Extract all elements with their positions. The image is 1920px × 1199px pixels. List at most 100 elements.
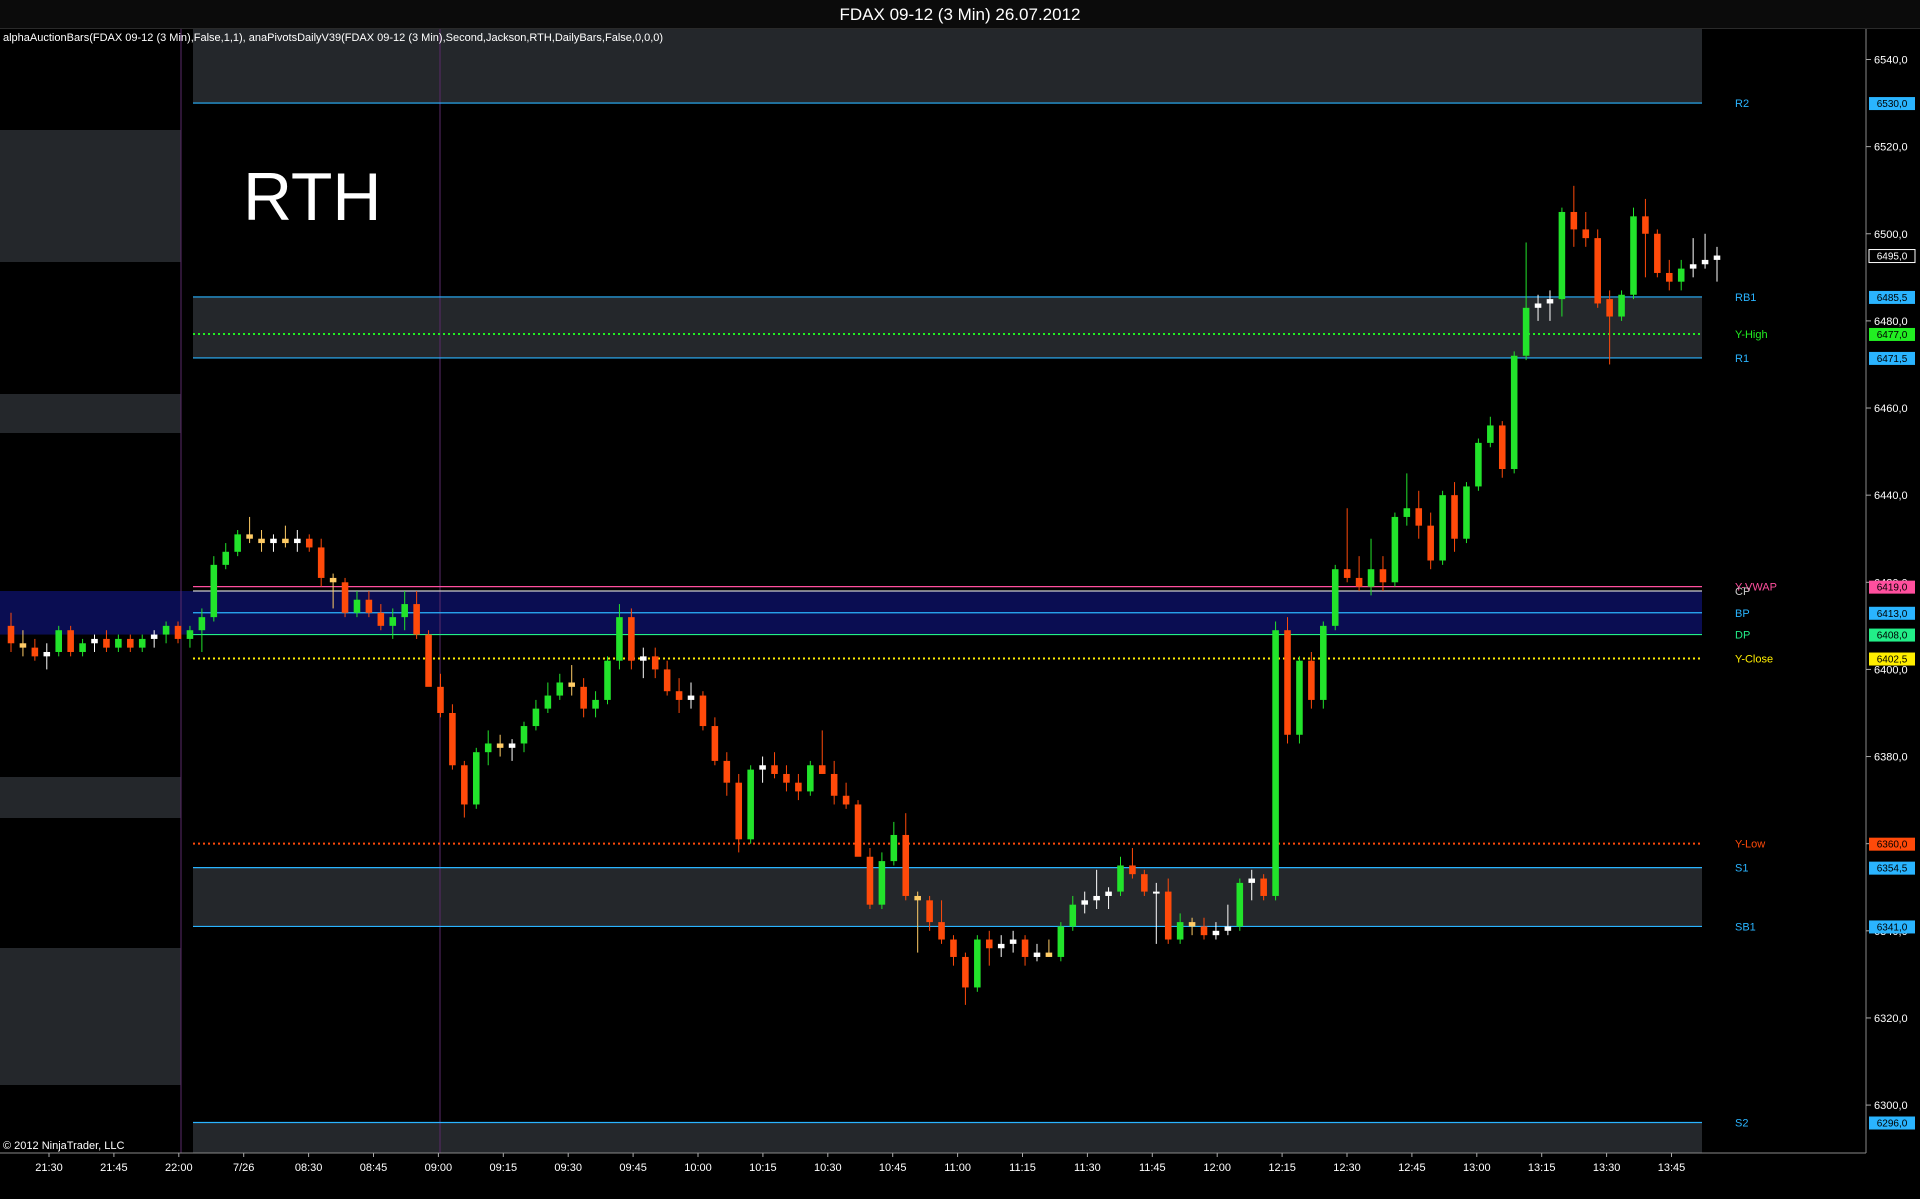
time-tick-label: 13:00 [1463, 1162, 1491, 1174]
candle-body [1164, 891, 1172, 940]
candle-body [568, 682, 575, 687]
price-marker-label: 6485,5 [1877, 293, 1908, 304]
candle [115, 634, 122, 652]
candle [1403, 473, 1411, 526]
candle-body [1284, 630, 1291, 735]
candle [1439, 490, 1446, 565]
candle [544, 682, 552, 713]
prior-session-band [0, 948, 181, 1085]
candle-body [282, 538, 289, 544]
candle [484, 730, 492, 766]
time-tick-label: 09:30 [554, 1162, 582, 1174]
candle [878, 852, 886, 910]
candle-body [771, 765, 778, 774]
candle-body [675, 691, 683, 700]
candle-body [210, 564, 218, 618]
pivot-label-cp: CP [1735, 586, 1750, 598]
candle-body [1117, 865, 1124, 892]
candle [723, 752, 731, 796]
candle [866, 848, 874, 910]
candle-body [723, 760, 731, 783]
candle [1713, 246, 1721, 282]
candle-body [353, 599, 361, 613]
candle-body [496, 743, 504, 748]
candle [640, 647, 647, 679]
candle-body [305, 538, 313, 548]
candle [210, 556, 218, 622]
candle [568, 665, 575, 696]
candle-body [150, 634, 158, 639]
candle-body [818, 765, 826, 774]
price-marker-label: 6408,0 [1877, 631, 1908, 642]
candle [43, 643, 51, 670]
candle-body [115, 638, 122, 648]
candle-body [1236, 882, 1244, 927]
candle-body [687, 695, 695, 700]
candle-body [532, 708, 540, 727]
candle-body [222, 551, 230, 565]
price-marker-label: 6530,0 [1877, 99, 1908, 110]
price-tick-label: 6480,0 [1874, 316, 1908, 328]
candle [67, 625, 74, 657]
candle-body [103, 638, 110, 648]
candle-body [162, 625, 170, 635]
candle [687, 682, 695, 709]
candle [699, 691, 707, 731]
candle-body [127, 638, 134, 648]
candle [795, 773, 802, 801]
candle [91, 634, 98, 652]
time-tick-label: 13:30 [1593, 1162, 1621, 1174]
price-tick-label: 6540,0 [1874, 54, 1908, 66]
indicator-label: alphaAuctionBars(FDAX 09-12 (3 Min),Fals… [3, 32, 664, 44]
candle-body [1498, 425, 1506, 470]
candle-body [508, 743, 516, 748]
pivot-label-sb1: SB1 [1735, 921, 1756, 933]
candle-body [735, 782, 743, 840]
time-tick-label: 12:30 [1333, 1162, 1361, 1174]
candle-body [31, 647, 39, 657]
candle [818, 730, 826, 774]
candle-body [1308, 660, 1315, 700]
candle-body [628, 617, 635, 661]
candle-body [962, 956, 969, 988]
candle [1331, 564, 1339, 631]
s1-sb1-zone [193, 867, 1702, 927]
candle-body [1069, 904, 1077, 927]
candle [449, 704, 456, 770]
candle-body [950, 939, 957, 957]
candle [305, 534, 313, 552]
pivot-label-bp: BP [1735, 608, 1750, 620]
candle-body [1546, 299, 1554, 304]
candle [282, 525, 289, 548]
candle [79, 638, 86, 657]
candle-body [1093, 895, 1100, 901]
candle-body [377, 612, 385, 626]
candle [1510, 351, 1518, 474]
candle [222, 543, 230, 570]
time-tick-label: 10:45 [879, 1162, 907, 1174]
candle [1045, 939, 1053, 957]
candle [1415, 490, 1423, 539]
time-tick-label: 11:45 [1139, 1162, 1166, 1174]
candle [234, 530, 241, 557]
candle-body [1594, 238, 1601, 304]
pivot-label-y-high: Y-High [1735, 329, 1768, 341]
candle-body [425, 634, 432, 687]
time-tick-label: 22:00 [165, 1162, 193, 1174]
candle-body [938, 922, 945, 940]
candle-body [246, 534, 253, 539]
candle-body [1021, 939, 1029, 957]
candle-body [1642, 216, 1649, 234]
pivot-label-s1: S1 [1735, 863, 1748, 875]
candle [842, 782, 850, 809]
candle-body [1188, 922, 1196, 927]
candle-body [926, 900, 933, 923]
pivot-label-y-close: Y-Close [1735, 654, 1773, 666]
candle [771, 752, 778, 779]
candle [1320, 621, 1327, 709]
candle-body [1129, 865, 1136, 875]
candle-body [1451, 495, 1458, 539]
price-marker-label: 6477,0 [1877, 330, 1908, 341]
candle-body [1689, 264, 1697, 269]
candle [55, 625, 63, 657]
